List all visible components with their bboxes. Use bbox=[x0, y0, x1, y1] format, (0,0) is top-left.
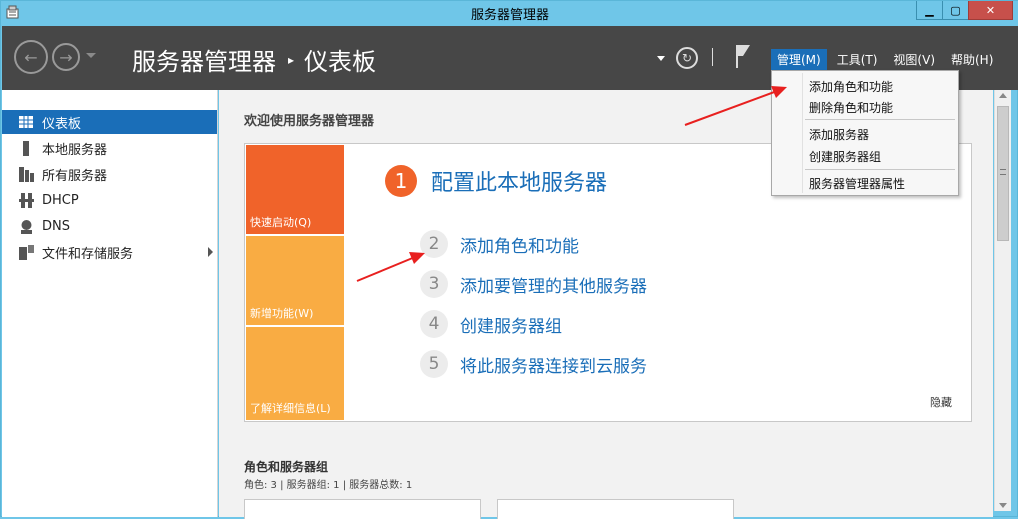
sidebar-item-all-servers[interactable]: 所有服务器 bbox=[2, 162, 217, 186]
scroll-up-icon[interactable] bbox=[999, 93, 1007, 98]
server-icon bbox=[18, 140, 34, 156]
step-add-servers[interactable]: 3 添加要管理的其他服务器 bbox=[420, 270, 647, 298]
tile-quick-start-label: 快速启动(Q) bbox=[250, 216, 312, 229]
step-number-badge: 4 bbox=[420, 310, 448, 338]
step-number-badge: 5 bbox=[420, 350, 448, 378]
step-create-group[interactable]: 4 创建服务器组 bbox=[420, 310, 562, 338]
history-dropdown-icon[interactable] bbox=[86, 53, 96, 58]
breadcrumb-current: 仪表板 bbox=[304, 48, 377, 76]
menu-view[interactable]: 视图(V) bbox=[887, 49, 941, 70]
vertical-scrollbar[interactable] bbox=[994, 90, 1011, 511]
menu-item-add-servers[interactable]: 添加服务器 bbox=[809, 126, 869, 143]
step-configure-local-server[interactable]: 1 配置此本地服务器 bbox=[385, 165, 607, 197]
scroll-down-icon[interactable] bbox=[999, 503, 1007, 508]
notifications-flag-icon[interactable] bbox=[733, 43, 753, 69]
title-bar: 服务器管理器 ▁ ▢ ✕ bbox=[1, 1, 1018, 26]
breadcrumb-root[interactable]: 服务器管理器 bbox=[132, 42, 276, 77]
step-number-badge: 3 bbox=[420, 270, 448, 298]
hide-link[interactable]: 隐藏 bbox=[930, 394, 952, 410]
menu-bar: 管理(M) 工具(T) 视图(V) 帮助(H) bbox=[771, 49, 1003, 70]
breadcrumb-dropdown-icon[interactable] bbox=[657, 56, 665, 61]
scroll-thumb[interactable] bbox=[997, 106, 1009, 241]
welcome-title: 欢迎使用服务器管理器 bbox=[244, 114, 375, 129]
servers-icon bbox=[18, 166, 34, 182]
roles-summary: 角色: 3 | 服务器组: 1 | 服务器总数: 1 bbox=[244, 480, 413, 491]
menu-item-create-server-group[interactable]: 创建服务器组 bbox=[809, 148, 881, 165]
forward-arrow-icon: → bbox=[59, 47, 73, 67]
sidebar-item-label: 所有服务器 bbox=[42, 168, 108, 184]
step-connect-cloud[interactable]: 5 将此服务器连接到云服务 bbox=[420, 350, 647, 378]
menu-separator bbox=[805, 169, 955, 170]
sidebar-item-label: 本地服务器 bbox=[42, 142, 108, 158]
menu-tools[interactable]: 工具(T) bbox=[831, 49, 884, 70]
tile-whats-new[interactable]: 新增功能(W) bbox=[246, 236, 344, 325]
step-number-badge: 2 bbox=[420, 230, 448, 258]
step-add-roles[interactable]: 2 添加角色和功能 bbox=[420, 230, 579, 258]
sidebar: 仪表板 本地服务器 所有服务器 DHCP DNS 文件和存储服务 bbox=[2, 90, 218, 517]
sidebar-item-label: 仪表板 bbox=[42, 116, 82, 132]
sidebar-item-file-storage[interactable]: 文件和存储服务 bbox=[2, 240, 217, 264]
menu-item-remove-roles[interactable]: 删除角色和功能 bbox=[809, 99, 893, 116]
scroll-grip-icon bbox=[1000, 169, 1006, 175]
sidebar-item-dashboard[interactable]: 仪表板 bbox=[2, 110, 217, 134]
breadcrumb-separator-icon: ▸ bbox=[288, 52, 295, 67]
step-link[interactable]: 添加角色和功能 bbox=[460, 232, 579, 257]
window-title: 服务器管理器 bbox=[470, 8, 549, 23]
menu-help[interactable]: 帮助(H) bbox=[945, 49, 999, 70]
dns-icon bbox=[18, 218, 34, 234]
minimize-button[interactable]: ▁ bbox=[916, 1, 942, 20]
header-divider bbox=[712, 48, 713, 66]
server-manager-window: 服务器管理器 ▁ ▢ ✕ ← → 服务器管理器 ▸ 仪表板 ↻ 管理(M) 工具… bbox=[0, 0, 1018, 519]
tile-quick-start[interactable]: 快速启动(Q) bbox=[246, 145, 344, 234]
refresh-button[interactable]: ↻ bbox=[676, 47, 698, 69]
menu-separator bbox=[805, 119, 955, 120]
sidebar-item-dhcp[interactable]: DHCP bbox=[2, 188, 217, 212]
sidebar-item-dns[interactable]: DNS bbox=[2, 214, 217, 238]
tile-whats-new-label: 新增功能(W) bbox=[250, 307, 314, 320]
menu-item-server-manager-properties[interactable]: 服务器管理器属性 bbox=[809, 175, 905, 192]
dashboard-icon bbox=[18, 114, 34, 130]
back-button[interactable]: ← bbox=[14, 40, 48, 74]
menu-manage[interactable]: 管理(M) bbox=[771, 49, 827, 70]
menu-item-add-roles[interactable]: 添加角色和功能 bbox=[809, 78, 893, 95]
sidebar-item-label: DHCP bbox=[42, 192, 79, 208]
expand-arrow-icon[interactable] bbox=[208, 247, 213, 257]
storage-icon bbox=[18, 244, 34, 260]
menu-gutter bbox=[802, 73, 803, 193]
close-button[interactable]: ✕ bbox=[968, 1, 1013, 20]
maximize-button[interactable]: ▢ bbox=[942, 1, 968, 20]
step-link[interactable]: 配置此本地服务器 bbox=[431, 165, 607, 197]
role-card[interactable] bbox=[244, 499, 481, 519]
refresh-icon: ↻ bbox=[681, 51, 693, 65]
step-link[interactable]: 添加要管理的其他服务器 bbox=[460, 272, 647, 297]
tile-learn-more[interactable]: 了解详细信息(L) bbox=[246, 327, 344, 420]
forward-button[interactable]: → bbox=[52, 43, 80, 71]
roles-section-title: 角色和服务器组 bbox=[244, 460, 329, 474]
back-arrow-icon: ← bbox=[24, 47, 38, 67]
step-number-badge: 1 bbox=[385, 165, 417, 197]
dhcp-icon bbox=[18, 192, 34, 208]
sidebar-item-label: 文件和存储服务 bbox=[42, 246, 134, 262]
breadcrumb: 服务器管理器 ▸ 仪表板 bbox=[132, 42, 376, 77]
manage-menu-dropdown: 添加角色和功能 删除角色和功能 添加服务器 创建服务器组 服务器管理器属性 bbox=[771, 70, 959, 196]
role-card[interactable] bbox=[497, 499, 734, 519]
step-link[interactable]: 将此服务器连接到云服务 bbox=[460, 352, 647, 377]
window-controls: ▁ ▢ ✕ bbox=[916, 1, 1013, 20]
step-link[interactable]: 创建服务器组 bbox=[460, 312, 562, 337]
sidebar-item-label: DNS bbox=[42, 218, 70, 234]
tile-learn-more-label: 了解详细信息(L) bbox=[250, 402, 331, 415]
sidebar-item-local-server[interactable]: 本地服务器 bbox=[2, 136, 217, 160]
